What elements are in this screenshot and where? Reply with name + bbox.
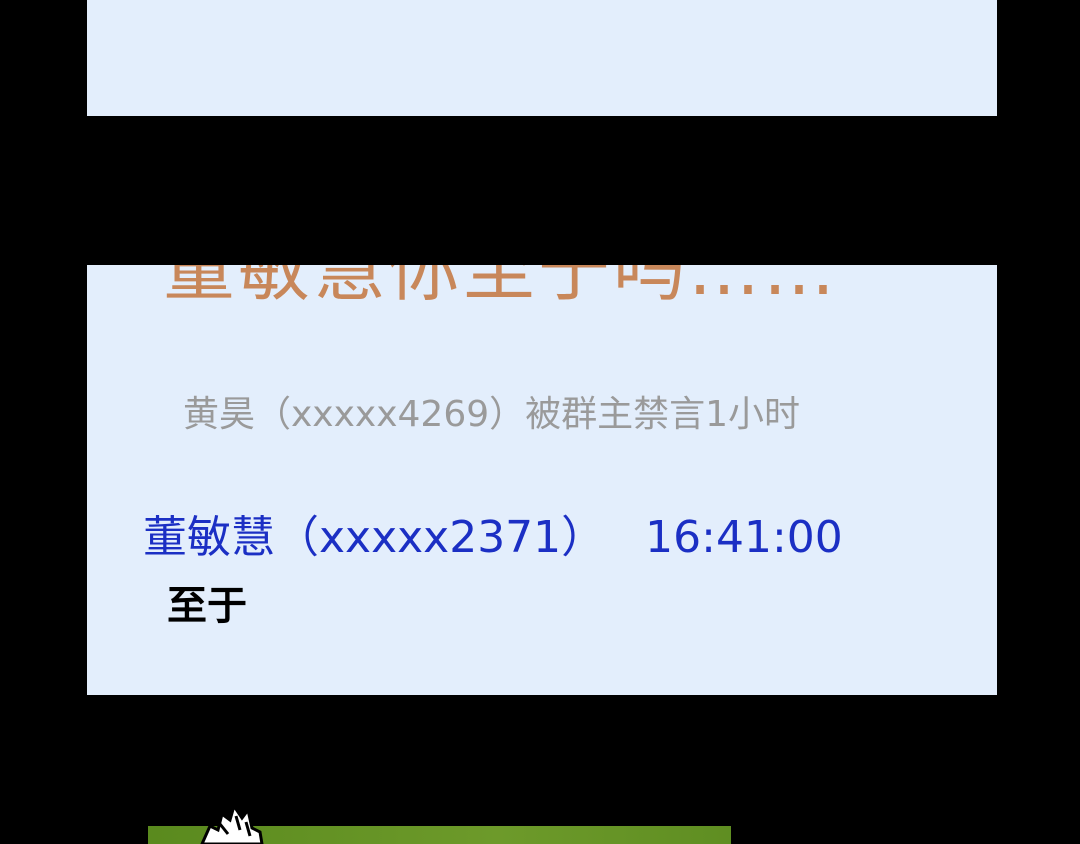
message-time: 16:41:00 — [645, 512, 843, 563]
message-text: 至于 — [167, 583, 247, 629]
sketch-figure-icon — [200, 802, 264, 844]
comic-panel-chat: 董敏慧你至于吗…… 黄昊（xxxxx4269）被群主禁言1小时 董敏慧（xxxx… — [87, 265, 997, 695]
comic-panel-top — [87, 0, 997, 116]
sender-name: 董敏慧（xxxxx2371） — [143, 512, 606, 563]
cut-off-caption: 董敏慧你至于吗…… — [163, 265, 839, 311]
system-notice: 黄昊（xxxxx4269）被群主禁言1小时 — [183, 394, 801, 435]
message-header: 董敏慧（xxxxx2371） 16:41:00 — [143, 501, 843, 565]
